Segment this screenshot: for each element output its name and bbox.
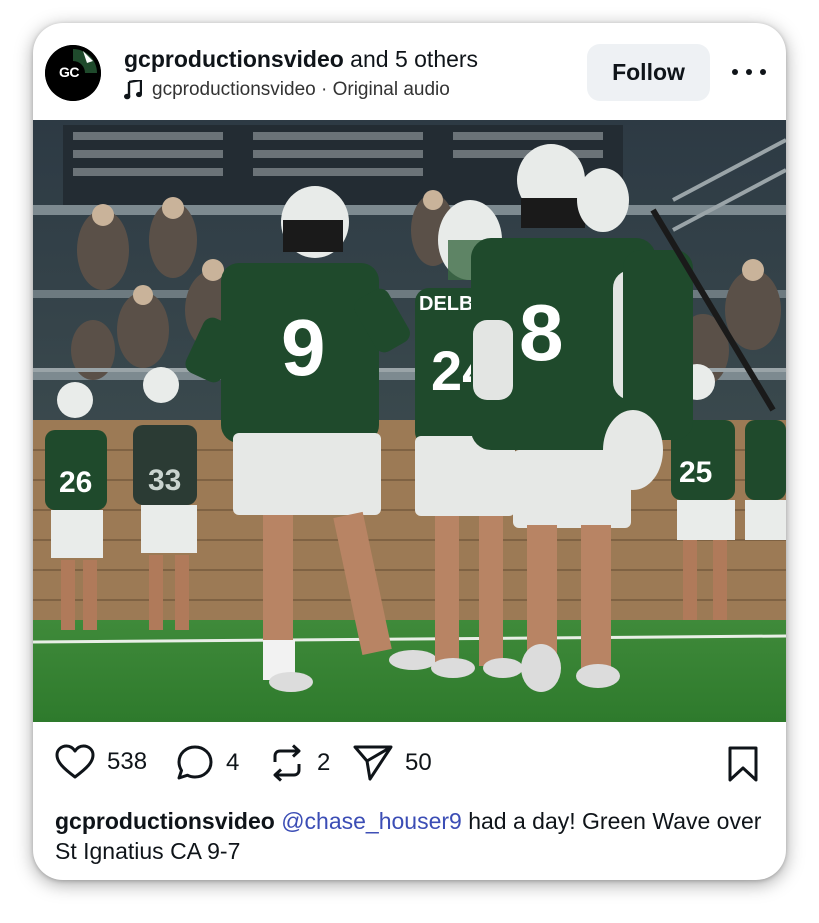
send-icon	[353, 745, 393, 781]
audio-author: gcproductionsvideo	[152, 79, 316, 100]
comment-button[interactable]: 4	[176, 744, 239, 782]
comment-bubble-icon	[177, 745, 213, 780]
likes-count: 538	[107, 748, 148, 775]
shares-count: 50	[405, 749, 432, 776]
caption-username[interactable]: gcproductionsvideo	[55, 808, 275, 834]
author-username[interactable]: gcproductionsvideo	[124, 46, 344, 72]
jersey-number-26: 26	[59, 466, 92, 499]
author-line: gcproductionsvideo and 5 others	[124, 45, 478, 73]
follow-button[interactable]: Follow	[587, 44, 710, 101]
music-note-icon	[124, 80, 142, 100]
reposts-count: 2	[317, 749, 331, 776]
bookmark-button[interactable]	[727, 745, 759, 788]
post-caption: gcproductionsvideo @chase_houser9 had a …	[55, 806, 775, 866]
jersey-number-33: 33	[148, 464, 181, 497]
jersey-number-25: 25	[679, 456, 712, 489]
jersey-number-9: 9	[281, 303, 326, 392]
share-button[interactable]: 50	[353, 744, 432, 782]
caption-mention[interactable]: @chase_houser9	[281, 808, 462, 834]
repost-button[interactable]: 2	[269, 744, 330, 782]
post-video[interactable]: 26 33 25 9 24 8	[33, 120, 786, 722]
bookmark-icon	[728, 746, 758, 782]
post-actions: 538 4 2 50	[33, 722, 786, 812]
coauthors-text[interactable]: and 5 others	[344, 46, 478, 72]
repost-icon	[273, 744, 301, 782]
heart-icon	[55, 744, 95, 779]
avatar-text: GC	[59, 64, 80, 80]
audio-separator: ·	[315, 79, 333, 100]
comments-count: 4	[226, 749, 240, 776]
more-options-icon[interactable]	[732, 63, 766, 81]
post-card: GC gcproductionsvideo and 5 others gcpro…	[33, 23, 786, 880]
jersey-number-8: 8	[519, 288, 564, 377]
like-button[interactable]: 538	[55, 744, 147, 780]
lacrosse-scene-image: 26 33 25 9 24 8	[33, 120, 786, 722]
avatar[interactable]: GC	[45, 45, 101, 101]
audio-title: Original audio	[332, 79, 450, 100]
post-header: GC gcproductionsvideo and 5 others gcpro…	[33, 23, 786, 120]
audio-line[interactable]: gcproductionsvideo · Original audio	[124, 78, 450, 102]
